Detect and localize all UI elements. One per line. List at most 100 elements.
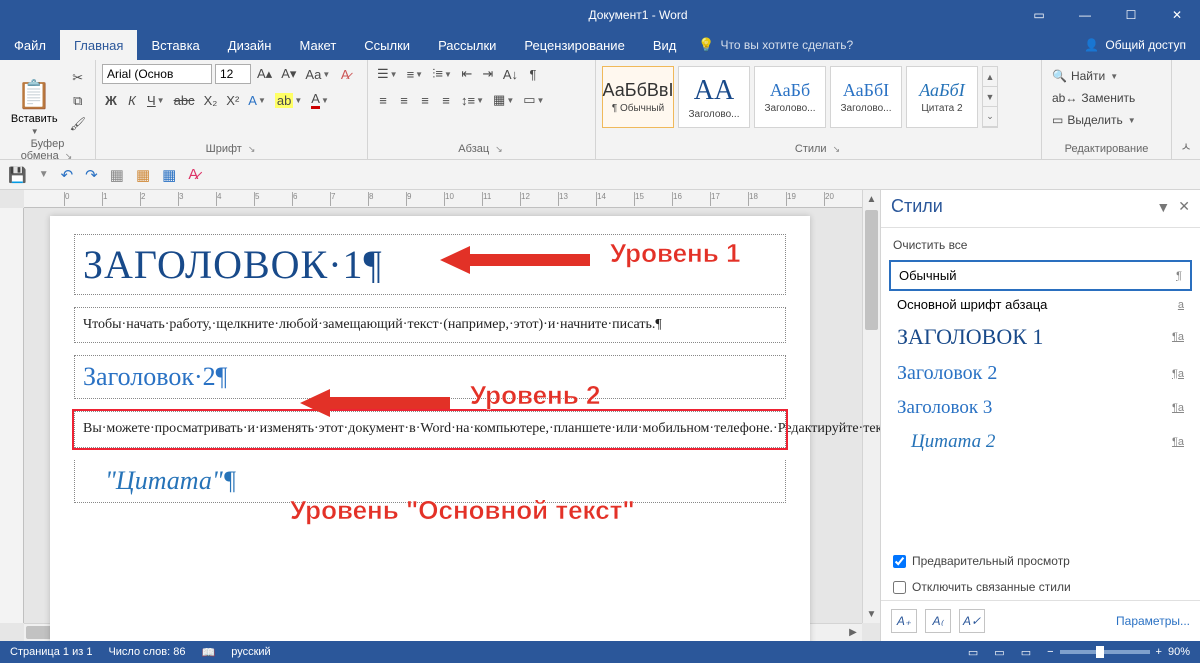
scroll-right-icon[interactable]: ▶: [844, 624, 862, 641]
qat-btn-2[interactable]: ▦: [136, 166, 150, 184]
style-list-item[interactable]: Заголовок 2¶a: [889, 356, 1192, 391]
styles-launcher[interactable]: ↘: [827, 144, 843, 154]
document-page[interactable]: ЗАГОЛОВОК·1¶ Чтобы·начать·работу,·щелкни…: [50, 216, 810, 641]
style-list-item[interactable]: Цитата 2¶a: [889, 425, 1192, 459]
collapse-ribbon-button[interactable]: ㅅ: [1172, 60, 1200, 159]
manage-styles-button[interactable]: A✓: [959, 609, 985, 633]
word-count[interactable]: Число слов: 86: [108, 646, 185, 658]
pane-close-icon[interactable]: ✕: [1178, 198, 1190, 215]
redo-button[interactable]: ↷: [85, 166, 98, 184]
qat-btn-4[interactable]: A̷: [188, 166, 198, 183]
tab-view[interactable]: Вид: [639, 30, 691, 60]
horizontal-ruler[interactable]: 01234567891011121314151617181920: [24, 190, 862, 208]
shading-button[interactable]: ▦▼: [490, 90, 517, 110]
style-gallery-scroll[interactable]: ▲: [983, 67, 997, 87]
strikethrough-button[interactable]: abc: [171, 90, 198, 110]
minimize-button[interactable]: —: [1062, 0, 1108, 30]
style-list-item[interactable]: Обычный¶: [889, 260, 1192, 291]
borders-button[interactable]: ▭▼: [520, 90, 547, 110]
line-spacing-button[interactable]: ↕≡▼: [458, 90, 487, 110]
tab-mailings[interactable]: Рассылки: [424, 30, 510, 60]
show-marks-button[interactable]: ¶: [524, 64, 542, 84]
preview-checkbox[interactable]: Предварительный просмотр: [881, 548, 1200, 574]
save-button[interactable]: 💾: [8, 166, 27, 184]
shrink-font-button[interactable]: A▾: [278, 64, 299, 84]
format-painter-button[interactable]: 🖌: [66, 114, 89, 134]
page-indicator[interactable]: Страница 1 из 1: [10, 646, 92, 658]
zoom-level[interactable]: 90%: [1168, 646, 1190, 658]
style-list-item[interactable]: Заголовок 3¶a: [889, 391, 1192, 425]
align-left-button[interactable]: ≡: [374, 90, 392, 110]
decrease-indent-button[interactable]: ⇤: [458, 64, 476, 84]
tab-design[interactable]: Дизайн: [214, 30, 286, 60]
scroll-up-icon[interactable]: ▲: [863, 190, 880, 208]
undo-button[interactable]: ↶: [61, 166, 74, 184]
style-options-link[interactable]: Параметры...: [1116, 614, 1190, 628]
paste-button[interactable]: 📋 Вставить ▼: [6, 64, 62, 136]
multilevel-button[interactable]: ⫶≡▼: [429, 64, 455, 84]
tab-file[interactable]: Файл: [0, 30, 60, 60]
cut-button[interactable]: ✂: [66, 68, 89, 88]
style-gallery-item[interactable]: АаБбВвІ¶ Обычный: [602, 66, 674, 128]
ribbon-options-icon[interactable]: ▭: [1016, 0, 1062, 30]
subscript-button[interactable]: X₂: [201, 90, 221, 110]
qat-dropdown[interactable]: ▼: [39, 169, 49, 180]
zoom-in-button[interactable]: +: [1156, 646, 1162, 658]
view-web-button[interactable]: ▭: [1021, 646, 1031, 659]
zoom-out-button[interactable]: −: [1047, 646, 1053, 658]
view-read-button[interactable]: ▭: [968, 646, 978, 659]
grow-font-button[interactable]: A▴: [254, 64, 275, 84]
superscript-button[interactable]: X²: [223, 90, 242, 110]
style-gallery-item[interactable]: АаБбІЗаголово...: [830, 66, 902, 128]
view-print-button[interactable]: ▭: [994, 646, 1004, 659]
style-inspector-button[interactable]: A₍: [925, 609, 951, 633]
style-gallery-item[interactable]: АаБбЗаголово...: [754, 66, 826, 128]
tab-references[interactable]: Ссылки: [350, 30, 424, 60]
qat-btn-3[interactable]: ▦: [162, 166, 176, 184]
zoom-knob[interactable]: [1096, 646, 1104, 658]
quote-block[interactable]: "Цитата"¶: [74, 460, 786, 503]
underline-button[interactable]: Ч▼: [144, 90, 168, 110]
style-gallery-item[interactable]: АаБбІЦитата 2: [906, 66, 978, 128]
scroll-down-icon[interactable]: ▼: [863, 605, 880, 623]
language-indicator[interactable]: русский: [231, 646, 270, 658]
new-style-button[interactable]: A₊: [891, 609, 917, 633]
align-center-button[interactable]: ≡: [395, 90, 413, 110]
tab-review[interactable]: Рецензирование: [510, 30, 638, 60]
clipboard-launcher[interactable]: ↘: [59, 151, 75, 161]
replace-button[interactable]: ab↔Заменить: [1048, 88, 1140, 108]
qat-btn-1[interactable]: ▦: [110, 166, 124, 184]
style-gallery-scroll[interactable]: ⌄: [983, 107, 997, 127]
select-button[interactable]: ▭Выделить▼: [1048, 110, 1140, 130]
clear-formatting-button[interactable]: A̷: [336, 64, 354, 84]
tab-insert[interactable]: Вставка: [137, 30, 213, 60]
heading-1[interactable]: ЗАГОЛОВОК·1¶: [74, 234, 786, 295]
font-launcher[interactable]: ↘: [242, 144, 258, 154]
text-effects-button[interactable]: A▼: [245, 90, 269, 110]
change-case-button[interactable]: Aa▼: [302, 64, 333, 84]
spellcheck-icon[interactable]: 📖: [202, 646, 216, 659]
tab-layout[interactable]: Макет: [285, 30, 350, 60]
bold-button[interactable]: Ж: [102, 90, 120, 110]
close-button[interactable]: ✕: [1154, 0, 1200, 30]
sort-button[interactable]: A↓: [500, 64, 521, 84]
paragraph-2[interactable]: Вы·можете·просматривать·и·изменять·этот·…: [74, 411, 786, 447]
disable-linked-checkbox[interactable]: Отключить связанные стили: [881, 574, 1200, 600]
heading-2[interactable]: Заголовок·2¶: [74, 355, 786, 399]
find-button[interactable]: 🔍Найти▼: [1048, 66, 1140, 86]
numbering-button[interactable]: ≡▼: [404, 64, 427, 84]
zoom-slider[interactable]: [1060, 650, 1150, 654]
paragraph-launcher[interactable]: ↘: [489, 144, 505, 154]
font-size-input[interactable]: [215, 64, 251, 84]
style-list-item[interactable]: Основной шрифт абзацаa: [889, 291, 1192, 318]
font-name-input[interactable]: [102, 64, 212, 84]
align-right-button[interactable]: ≡: [416, 90, 434, 110]
justify-button[interactable]: ≡: [437, 90, 455, 110]
style-list-item[interactable]: ЗАГОЛОВОК 1¶a: [889, 318, 1192, 356]
vertical-ruler[interactable]: [0, 208, 24, 623]
highlight-button[interactable]: ab▼: [272, 90, 305, 110]
bullets-button[interactable]: ☰▼: [374, 64, 401, 84]
copy-button[interactable]: ⧉: [66, 91, 89, 111]
tab-home[interactable]: Главная: [60, 30, 137, 60]
style-gallery-scroll[interactable]: ▼: [983, 87, 997, 107]
